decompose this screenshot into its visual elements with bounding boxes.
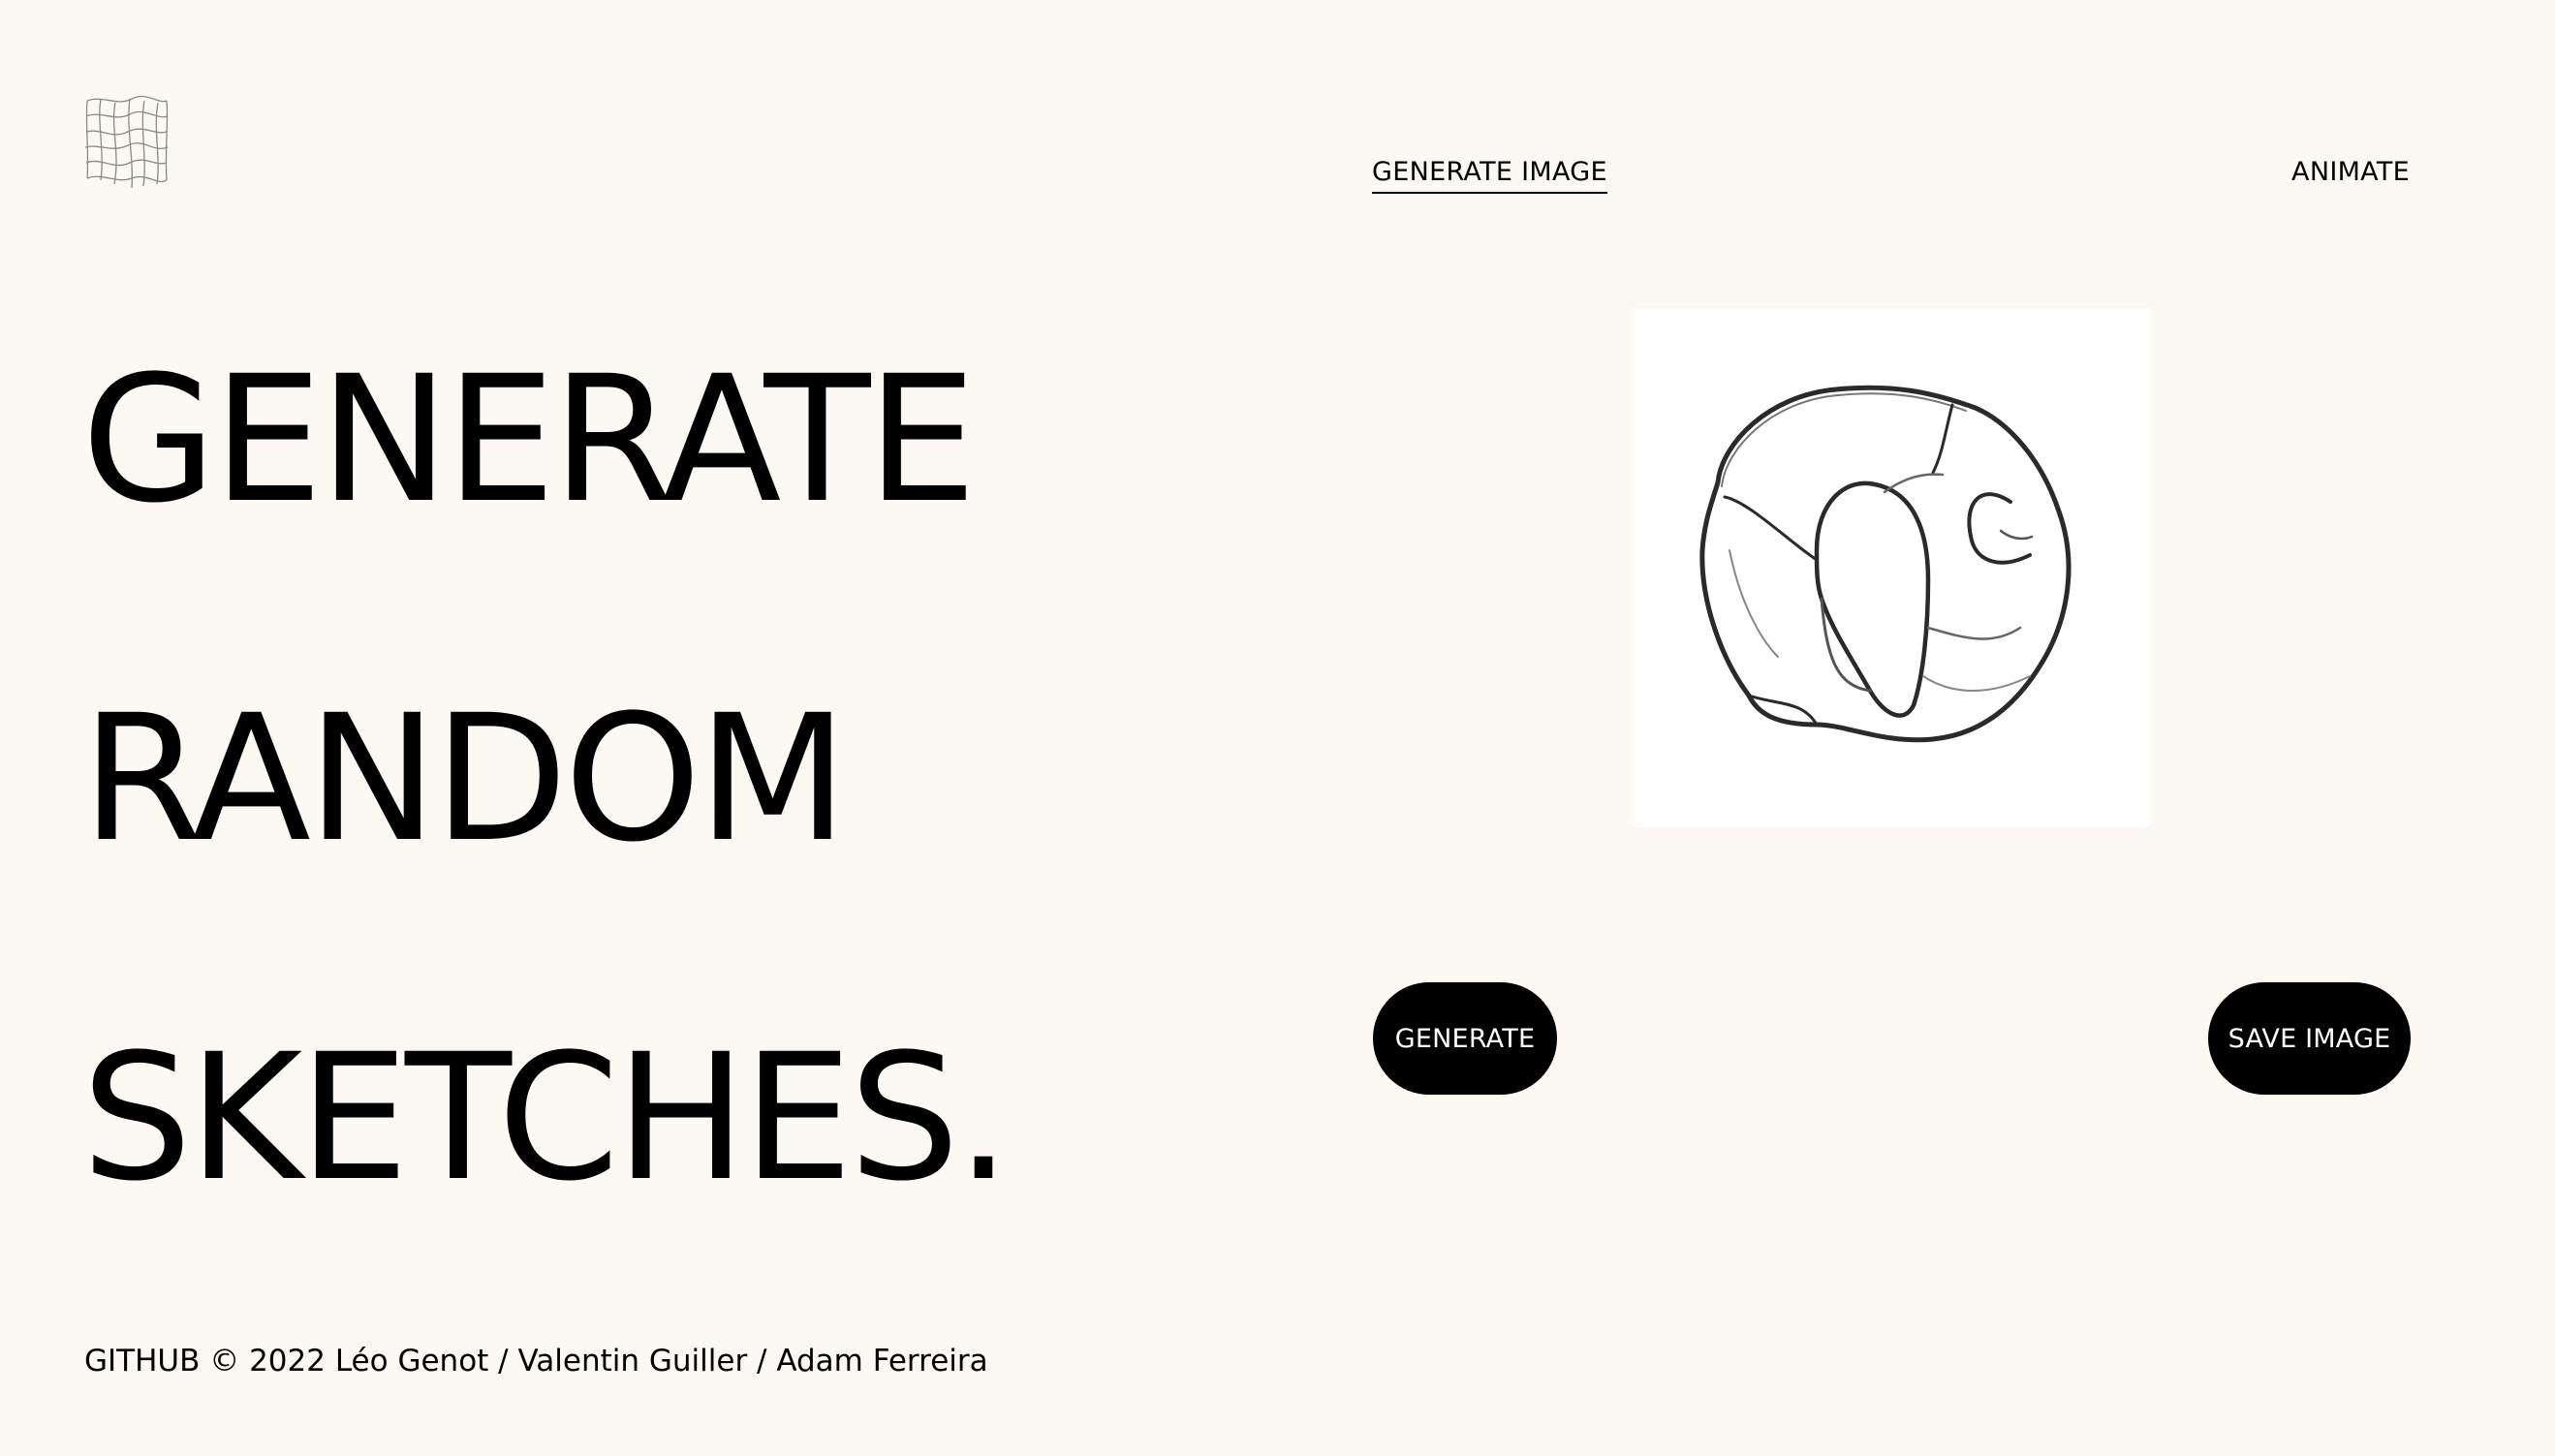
headline-line-1: GENERATE	[81, 339, 977, 542]
logo[interactable]	[83, 93, 171, 194]
generate-button[interactable]: GENERATE	[1373, 982, 1557, 1095]
save-image-button[interactable]: SAVE IMAGE	[2208, 982, 2411, 1095]
headline-line-3: SKETCHES.	[81, 1017, 1012, 1220]
footer: GITHUB © 2022 Léo Genot / Valentin Guill…	[84, 1342, 988, 1380]
github-link[interactable]: GITHUB	[84, 1344, 200, 1379]
sketch-canvas	[1633, 308, 2150, 827]
nav-generate-image[interactable]: GENERATE IMAGE	[1372, 155, 1607, 194]
nav-animate[interactable]: ANIMATE	[2291, 155, 2410, 190]
sketch-drawing	[1699, 385, 2072, 743]
warped-grid-icon	[84, 95, 169, 189]
footer-credits: © 2022 Léo Genot / Valentin Guiller / Ad…	[200, 1344, 988, 1379]
headline-line-2: RANDOM	[81, 678, 848, 881]
